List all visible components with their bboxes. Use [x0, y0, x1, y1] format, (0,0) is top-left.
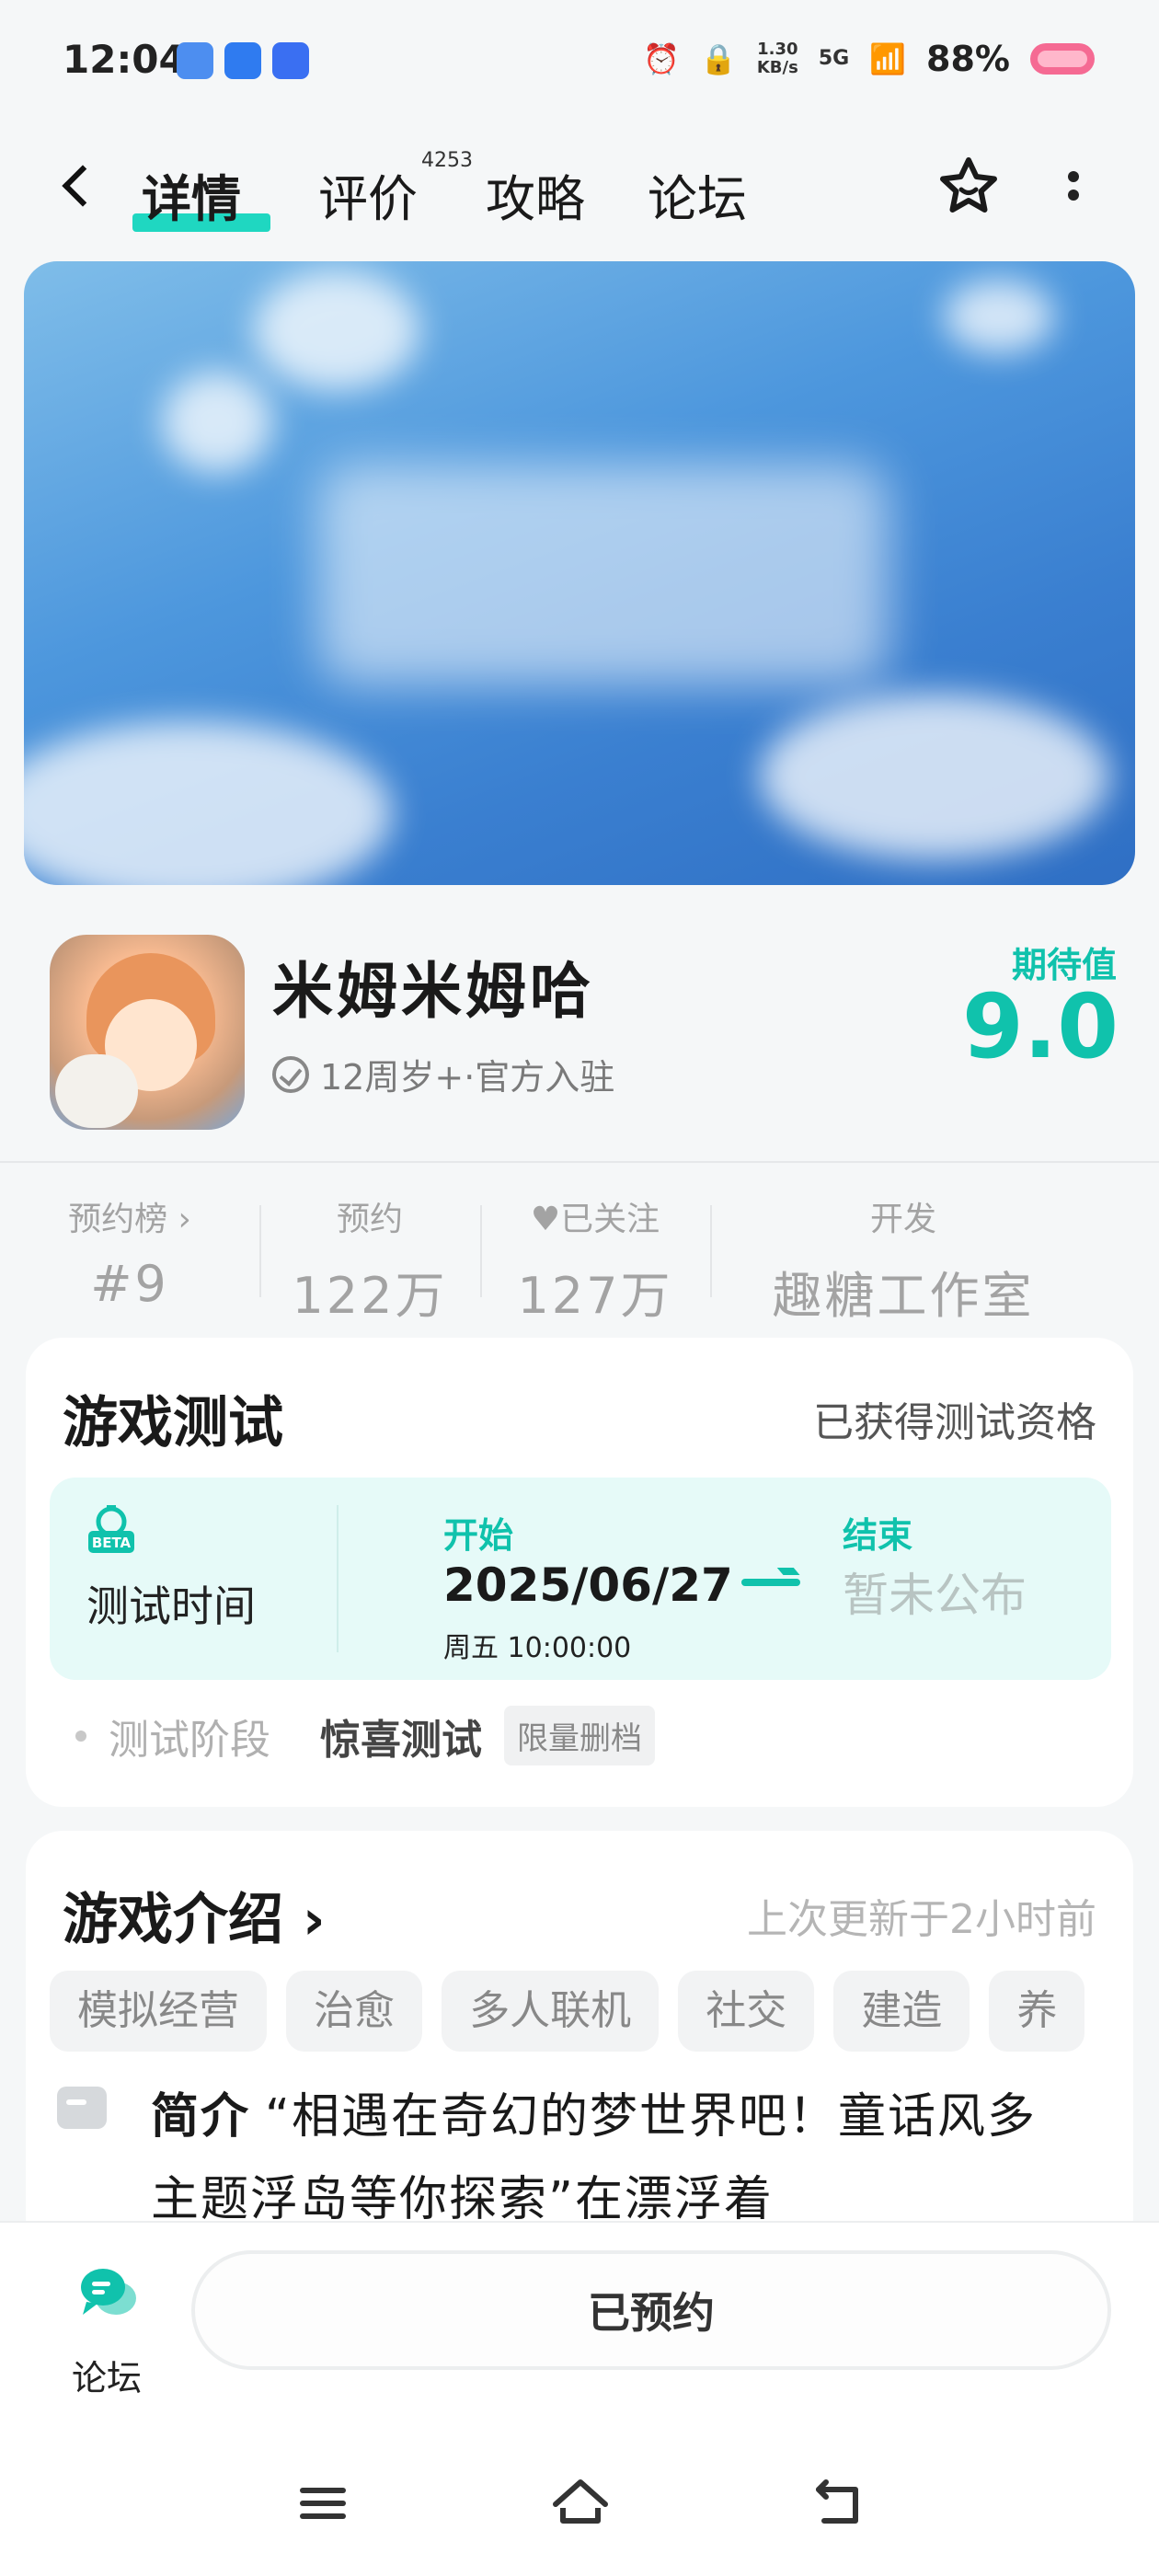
- menu-icon[interactable]: [291, 2471, 355, 2536]
- system-nav-bar: [0, 2471, 1159, 2545]
- start-date: 2025/06/27: [443, 1558, 733, 1612]
- document-icon: [57, 2087, 107, 2129]
- tag-list: 模拟经营 治愈 多人联机 社交 建造 养: [50, 1971, 1111, 2053]
- test-stage-row: 测试阶段 惊喜测试 限量删档: [75, 1706, 655, 1765]
- divider: [0, 1161, 1159, 1163]
- tag-item[interactable]: 模拟经营: [50, 1971, 267, 2052]
- stage-value: 惊喜测试: [320, 1716, 482, 1764]
- battery-percent: 88%: [926, 39, 1010, 79]
- stage-label: 测试阶段: [109, 1716, 270, 1764]
- status-bar: 12:04 ⏰ 🔒 1.30 KB/s 5G 📶 88%: [0, 0, 1159, 120]
- game-banner[interactable]: [24, 261, 1135, 885]
- more-icon[interactable]: [1060, 164, 1087, 219]
- notification-app-icon: [224, 42, 261, 79]
- stat-rank[interactable]: 预约榜 › #9: [0, 1187, 259, 1316]
- end-label: 结束: [843, 1515, 913, 1556]
- wifi-icon: 📶: [869, 41, 907, 76]
- game-app-icon: [50, 935, 245, 1130]
- tag-item[interactable]: 养: [989, 1971, 1085, 2052]
- last-updated: 上次更新于2小时前: [747, 1896, 1096, 1943]
- battery-icon: [1030, 43, 1095, 75]
- bullet-dot: [75, 1730, 86, 1742]
- forum-label[interactable]: 论坛: [72, 2350, 142, 2400]
- home-icon[interactable]: [548, 2471, 613, 2536]
- network-type: 5G: [818, 47, 850, 70]
- start-time: 周五 10:00:00: [443, 1632, 632, 1664]
- test-qualification-status: 已获得测试资格: [813, 1399, 1096, 1446]
- tag-item[interactable]: 建造: [833, 1971, 970, 2052]
- stat-followers: ♥已关注 127万: [517, 1201, 673, 1325]
- game-intro-card: 游戏介绍 › 上次更新于2小时前 模拟经营 治愈 多人联机 社交 建造 养 简介…: [26, 1831, 1133, 2254]
- stat-reservations: 预约 122万: [292, 1201, 448, 1325]
- start-label: 开始: [443, 1515, 514, 1556]
- tag-item[interactable]: 社交: [678, 1971, 815, 2052]
- lock-icon: 🔒: [700, 41, 737, 76]
- vivo-icon: [272, 42, 309, 79]
- tab-reviews[interactable]: 评价: [318, 158, 418, 231]
- game-test-card: 游戏测试 已获得测试资格 BETA 测试时间 开始 2025/06/27 周五 …: [26, 1338, 1133, 1807]
- tab-details[interactable]: 详情: [142, 158, 241, 231]
- stats-row: 预约榜 › #9 预约 122万 ♥已关注 127万 开发 趣糖工作室: [0, 1187, 1159, 1325]
- back-nav-icon[interactable]: [806, 2471, 870, 2536]
- intro-text[interactable]: 简介 “相遇在奇幻的梦世界吧！童话风多主题浮岛等你探索”在漂浮着: [151, 2076, 1080, 2241]
- status-time: 12:04: [63, 37, 186, 82]
- forum-icon[interactable]: [77, 2265, 138, 2320]
- intro-card-title[interactable]: 游戏介绍 ›: [63, 1875, 326, 1955]
- banner-logo-blurred: [318, 464, 889, 684]
- test-time-box: BETA 测试时间 开始 2025/06/27 周五 10:00:00 结束 暂…: [50, 1478, 1111, 1680]
- test-card-title: 游戏测试: [63, 1391, 283, 1455]
- alarm-icon: ⏰: [643, 41, 680, 76]
- expect-score: 9.0: [961, 975, 1119, 1078]
- tag-item[interactable]: 治愈: [286, 1971, 423, 2052]
- tab-guides[interactable]: 攻略: [486, 158, 585, 231]
- end-value: 暂未公布: [843, 1569, 1027, 1622]
- network-speed: 1.30 KB/s: [756, 40, 798, 77]
- reserved-button[interactable]: 已预约: [191, 2250, 1111, 2370]
- top-nav: 详情 评价 4253 攻略 论坛: [0, 138, 1159, 239]
- stat-developer[interactable]: 开发 趣糖工作室: [710, 1187, 1096, 1325]
- arrow-right-icon: [741, 1579, 800, 1586]
- star-icon[interactable]: [936, 155, 1001, 219]
- review-count-badge: 4253: [421, 149, 473, 172]
- verified-check-icon: [272, 1055, 309, 1093]
- tag-item[interactable]: 多人联机: [442, 1971, 660, 2052]
- svg-text:BETA: BETA: [92, 1535, 132, 1551]
- stage-tag: 限量删档: [504, 1706, 655, 1765]
- game-meta: 12周岁+·官方入驻: [272, 1049, 614, 1099]
- test-time-label: 测试时间: [86, 1581, 256, 1631]
- tab-forum[interactable]: 论坛: [648, 158, 747, 231]
- back-icon[interactable]: [57, 158, 94, 213]
- notification-app-icon: [177, 42, 213, 79]
- game-title: 米姆米姆哈: [272, 956, 594, 1027]
- beta-icon: BETA: [88, 1505, 134, 1553]
- bottom-action-bar: 论坛 已预约: [0, 2221, 1159, 2576]
